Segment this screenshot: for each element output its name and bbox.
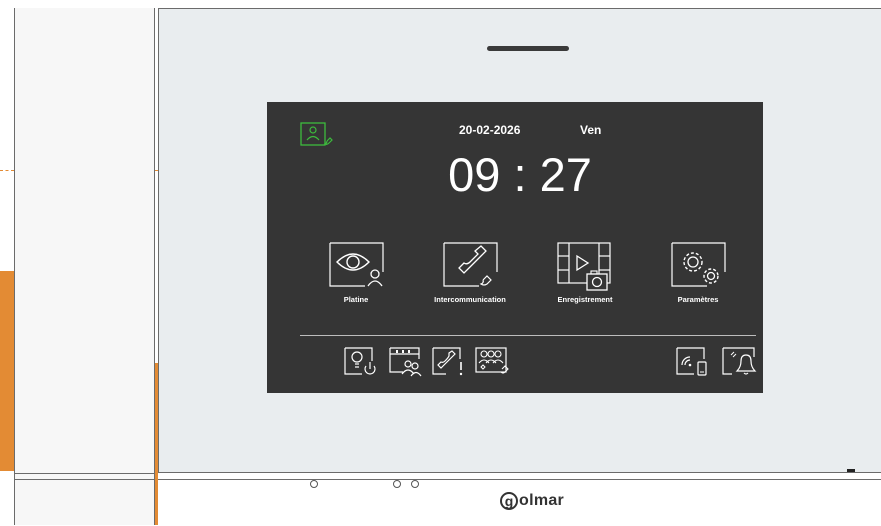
screen-divider — [300, 335, 756, 336]
indicator-led — [411, 480, 419, 488]
menu-item-parametres[interactable] — [671, 242, 727, 288]
date-display: 20-02-2026 — [459, 123, 521, 137]
menu-item-label: Platine — [343, 295, 369, 304]
side-panel-line — [14, 479, 155, 480]
group-call-icon[interactable] — [475, 347, 509, 375]
brand-logo-initial: g — [500, 492, 518, 510]
handset-icon — [443, 242, 499, 288]
monitor-bottom-line — [158, 479, 881, 480]
indicator-led — [393, 480, 401, 488]
clock-display: 09 : 27 — [448, 148, 592, 201]
film-camera-icon — [557, 242, 613, 292]
brand-logo-text: olmar — [519, 492, 565, 509]
calendar-contacts-icon[interactable] — [389, 347, 422, 377]
wifi-phone-icon[interactable] — [676, 347, 708, 376]
active-call-icon[interactable] — [300, 122, 336, 150]
day-display: Ven — [580, 123, 602, 137]
side-panel — [14, 8, 155, 525]
speaker-slot — [487, 46, 569, 51]
brand-logo: g olmar — [500, 489, 564, 513]
menu-item-platine[interactable] — [329, 242, 385, 288]
menu-item-label: Enregistrement — [557, 295, 613, 304]
menu-item-label: Paramètres — [677, 295, 719, 304]
call-alert-icon[interactable] — [432, 347, 464, 376]
bell-mute-icon[interactable] — [722, 347, 757, 375]
wall-dash-line — [0, 170, 14, 171]
menu-item-intercommunication[interactable] — [443, 242, 499, 288]
orange-wall-strip — [0, 271, 14, 471]
menu-item-enregistrement[interactable] — [557, 242, 613, 292]
side-panel-line — [14, 473, 155, 474]
microphone-hole — [310, 480, 318, 488]
eye-camera-icon — [329, 242, 385, 288]
menu-item-label: Intercommunication — [434, 295, 506, 304]
bottom-right-mark — [847, 469, 855, 472]
light-power-icon[interactable] — [344, 347, 376, 375]
gears-icon — [671, 242, 727, 288]
